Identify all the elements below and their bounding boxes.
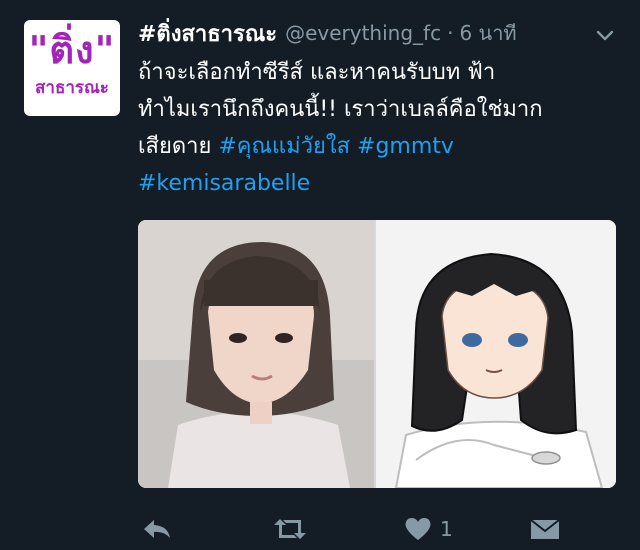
photo-image (138, 220, 374, 488)
tweet-text: ถ้าจะเลือกทำซีรีส์ และหาคนรับบท ฟ้า ทำไม… (138, 54, 628, 202)
hashtag-link[interactable]: #kemisarabelle (138, 171, 310, 196)
heart-icon (404, 517, 432, 541)
tweet-actions: 1 (138, 512, 628, 546)
like-button[interactable]: 1 (404, 512, 453, 546)
tweet-line-4: #kemisarabelle (138, 165, 628, 202)
avatar[interactable]: "ติ่ง" สาธารณะ (24, 20, 120, 116)
tweet-line-3-text: เสียดาย (138, 134, 212, 159)
direct-message-button[interactable] (530, 512, 560, 546)
retweet-icon (272, 517, 308, 541)
like-count: 1 (440, 517, 453, 541)
chevron-down-icon[interactable] (596, 26, 614, 44)
hashtag-link[interactable]: #gmmtv (357, 134, 454, 159)
tweet-header: #ติ่งสาธารณะ @everything_fc · 6 นาที (138, 16, 620, 50)
timestamp[interactable]: 6 นาที (459, 17, 516, 49)
retweet-button[interactable] (272, 512, 308, 546)
user-handle[interactable]: @everything_fc (285, 21, 441, 45)
avatar-title: "ติ่ง" (28, 28, 116, 72)
reply-icon (142, 518, 172, 540)
separator-dot: · (447, 21, 454, 45)
drawing-image (376, 220, 616, 488)
display-name[interactable]: #ติ่งสาธารณะ (138, 16, 277, 51)
tweet-line-1: ถ้าจะเลือกทำซีรีส์ และหาคนรับบท ฟ้า (138, 60, 496, 85)
avatar-subtitle: สาธารณะ (35, 78, 109, 98)
reply-button[interactable] (142, 512, 172, 546)
hashtag-link[interactable]: #คุณแม่วัยใส (218, 134, 350, 159)
direct-message-icon (530, 518, 560, 540)
tweet-line-3: เสียดาย #คุณแม่วัยใส #gmmtv (138, 128, 628, 165)
tweet-line-2: ทำไมเรานึกถึงคนนี้!! เราว่าเบลล์คือใช่มา… (138, 97, 543, 122)
tweet-media[interactable] (138, 220, 616, 488)
